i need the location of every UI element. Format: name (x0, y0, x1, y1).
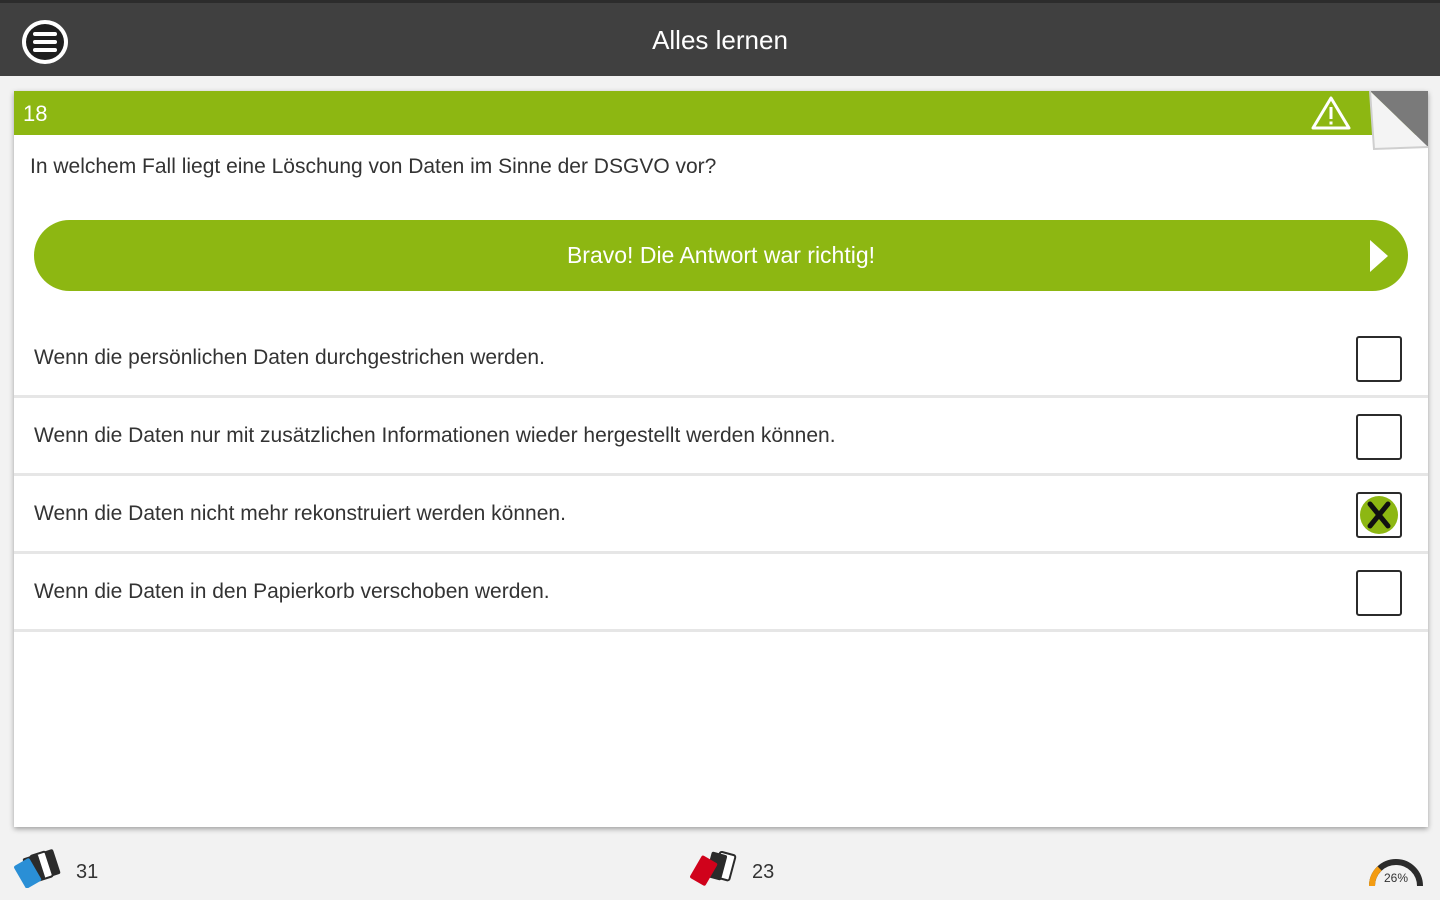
top-bar: Alles lernen (0, 0, 1440, 76)
question-card: 18 In welchem Fall liegt eine Löschung v… (14, 91, 1428, 827)
card-header: 18 (14, 91, 1428, 135)
answer-checkbox-unchecked[interactable] (1356, 336, 1402, 382)
learned-cards-icon[interactable] (12, 848, 66, 888)
wrong-cards-count: 23 (752, 861, 775, 883)
learned-cards-count: 31 (76, 861, 99, 883)
feedback-text: Bravo! Die Antwort war richtig! (566, 242, 876, 268)
answer-text: Wenn die persönlichen Daten durchgestric… (34, 346, 545, 369)
question-number: 18 (23, 101, 48, 126)
answer-checkbox-unchecked[interactable] (1356, 414, 1402, 460)
progress-label: 26% (1384, 871, 1408, 885)
progress-gauge[interactable]: 26% (1364, 848, 1428, 888)
answer-option-2[interactable]: Wenn die Daten nur mit zusätzlichen Info… (14, 398, 1428, 476)
question-text: In welchem Fall liegt eine Löschung von … (30, 155, 717, 178)
check-x-icon (1360, 496, 1398, 534)
warning-icon[interactable] (1310, 95, 1352, 131)
chevron-right-icon (1370, 240, 1388, 272)
feedback-next-button[interactable]: Bravo! Die Antwort war richtig! (34, 220, 1408, 291)
answer-text: Wenn die Daten in den Papierkorb verscho… (34, 580, 550, 603)
answer-option-4[interactable]: Wenn die Daten in den Papierkorb verscho… (14, 554, 1428, 632)
bottom-bar: 31 23 26% (0, 840, 1440, 900)
wrong-cards-icon[interactable] (688, 848, 742, 888)
answer-checkbox-checked[interactable] (1356, 492, 1402, 538)
page-corner-icon[interactable] (1366, 91, 1428, 151)
answer-option-3[interactable]: Wenn die Daten nicht mehr rekonstruiert … (14, 476, 1428, 554)
page-title: Alles lernen (652, 25, 788, 55)
answer-option-1[interactable]: Wenn die persönlichen Daten durchgestric… (14, 320, 1428, 398)
answer-text: Wenn die Daten nur mit zusätzlichen Info… (34, 424, 836, 447)
answer-text: Wenn die Daten nicht mehr rekonstruiert … (34, 502, 566, 525)
answer-checkbox-unchecked[interactable] (1356, 570, 1402, 616)
